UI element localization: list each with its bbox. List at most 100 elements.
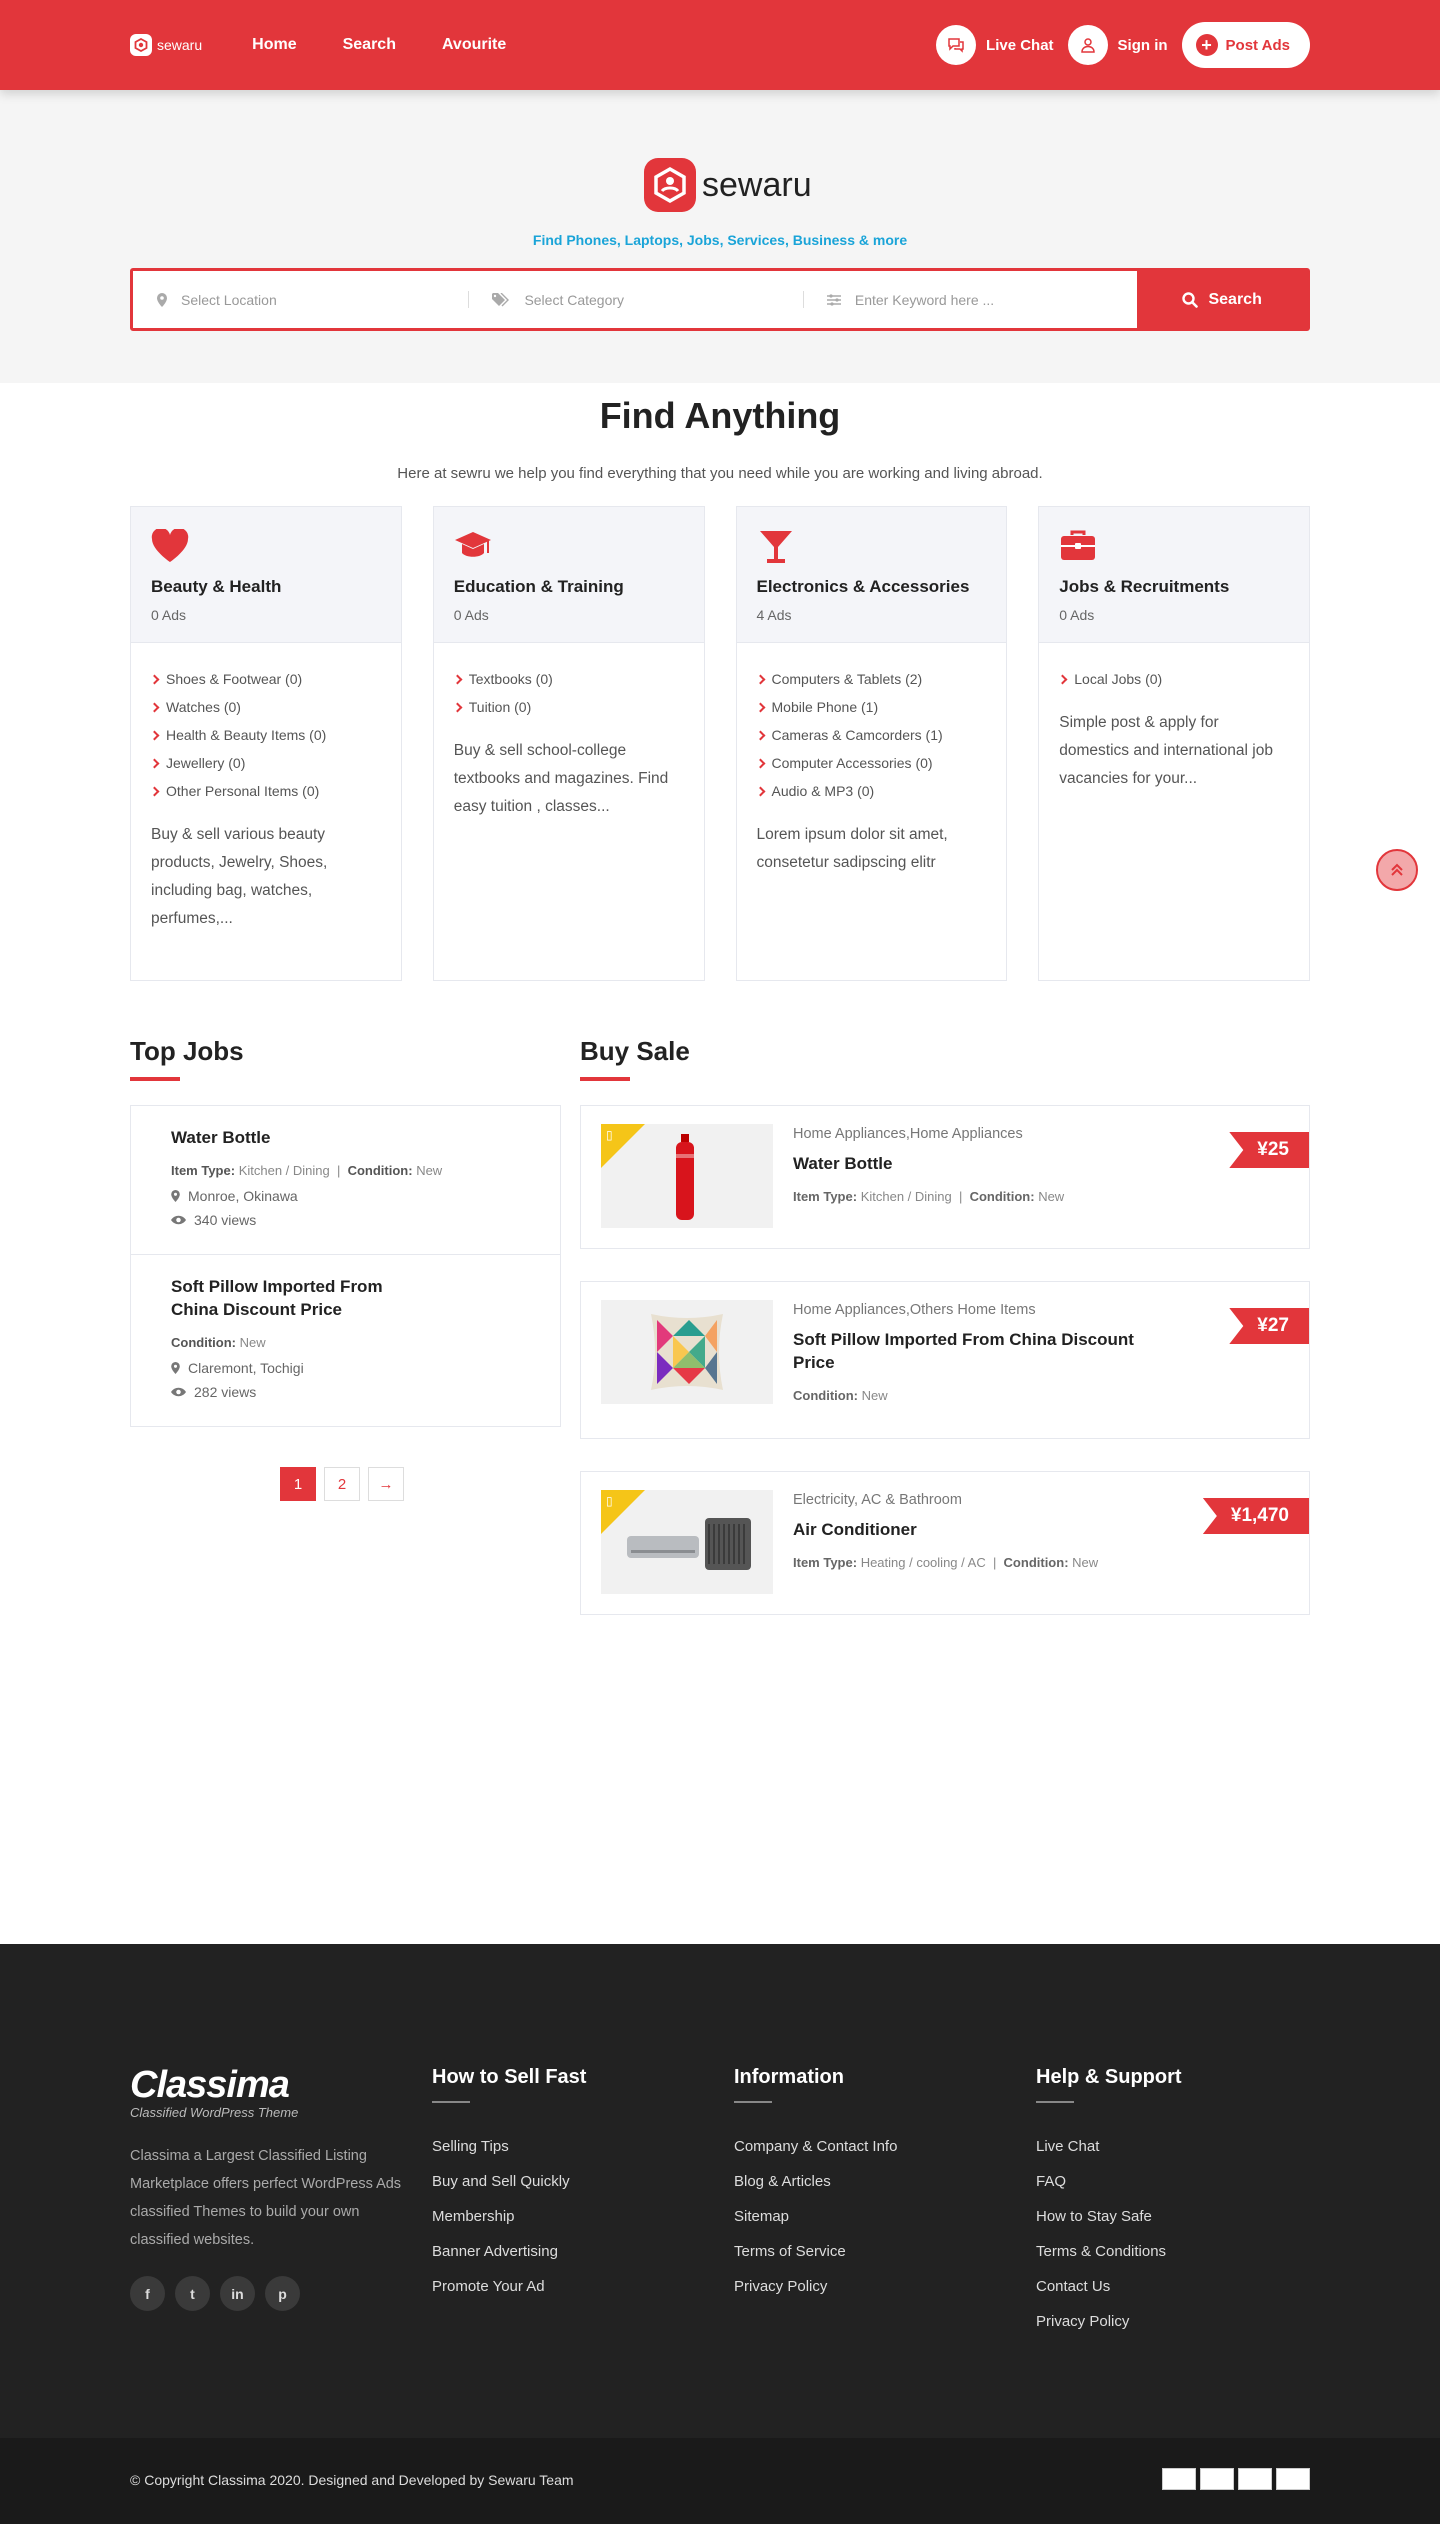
footer-column-title: Help & Support: [1036, 2066, 1306, 2103]
category-title[interactable]: Beauty & Health: [151, 577, 381, 597]
hero-brand: sewaru: [702, 165, 812, 204]
subcategory-link[interactable]: Watches (0): [151, 693, 381, 721]
category-select[interactable]: Select Category: [468, 271, 802, 328]
job-card[interactable]: Soft Pillow Imported From China Discount…: [130, 1255, 561, 1427]
footer-link[interactable]: Blog & Articles: [734, 2164, 1036, 2199]
listing-card[interactable]: ▯ Electricity, AC & Bathroom Air Conditi…: [580, 1471, 1310, 1615]
twitter-icon[interactable]: t: [175, 2276, 210, 2311]
footer-link[interactable]: How to Stay Safe: [1036, 2199, 1306, 2234]
header-logo[interactable]: sewaru: [130, 34, 202, 56]
scroll-to-top-button[interactable]: [1376, 849, 1418, 891]
nav-search[interactable]: Search: [343, 36, 396, 54]
search-label: Search: [1208, 290, 1262, 308]
location-placeholder: Select Location: [181, 291, 277, 308]
category-title[interactable]: Education & Training: [454, 577, 684, 597]
footer-logo[interactable]: Classima: [130, 2064, 432, 2107]
job-card[interactable]: Water Bottle Item Type: Kitchen / Dining…: [130, 1105, 561, 1255]
listing-title[interactable]: Air Conditioner: [793, 1518, 1143, 1541]
nav-home[interactable]: Home: [252, 36, 296, 54]
pinterest-icon[interactable]: p: [265, 2276, 300, 2311]
payment-card-icon: [1200, 2468, 1234, 2490]
linkedin-icon[interactable]: in: [220, 2276, 255, 2311]
plus-icon: +: [1195, 34, 1218, 56]
job-views: 340 views: [171, 1212, 520, 1228]
featured-ribbon: ▯: [601, 1490, 645, 1534]
category-description: Simple post & apply for domestics and in…: [1059, 714, 1273, 787]
footer-link[interactable]: Privacy Policy: [734, 2269, 1036, 2304]
footer-link[interactable]: FAQ: [1036, 2164, 1306, 2199]
footer-link[interactable]: Promote Your Ad: [432, 2269, 734, 2304]
bookmark-icon: ▯: [606, 1128, 613, 1142]
subcategory-link[interactable]: Cameras & Camcorders (1): [757, 721, 987, 749]
buy-sale-title: Buy Sale: [580, 1036, 690, 1081]
listing-title[interactable]: Water Bottle: [793, 1152, 1143, 1175]
keyword-placeholder: Enter Keyword here ...: [854, 291, 995, 308]
category-title[interactable]: Electronics & Accessories: [757, 577, 987, 597]
tags-icon: [492, 292, 510, 306]
category-title[interactable]: Jobs & Recruitments: [1059, 577, 1289, 597]
payment-card-icon: [1162, 2468, 1196, 2490]
top-jobs-title: Top Jobs: [130, 1036, 244, 1081]
category-card[interactable]: Education & Training 0 Ads Textbooks (0)…: [432, 506, 705, 981]
job-title[interactable]: Water Bottle: [171, 1126, 520, 1149]
listing-image[interactable]: ▯: [601, 1124, 773, 1228]
page-1-button[interactable]: 1: [280, 1467, 316, 1501]
category-description: Buy & sell various beauty products, Jewe…: [151, 826, 328, 927]
footer-link[interactable]: Membership: [432, 2199, 734, 2234]
live-chat-button[interactable]: Live Chat: [936, 25, 1054, 65]
footer-link[interactable]: Buy and Sell Quickly: [432, 2164, 734, 2199]
category-card[interactable]: Jobs & Recruitments 0 Ads Local Jobs (0)…: [1038, 506, 1310, 981]
category-card[interactable]: Beauty & Health 0 Ads Shoes & Footwear (…: [130, 506, 402, 981]
briefcase-icon: [1059, 529, 1289, 565]
facebook-icon[interactable]: f: [130, 2276, 165, 2311]
listing-image[interactable]: [601, 1300, 773, 1404]
footer-link[interactable]: Terms & Conditions: [1036, 2234, 1306, 2269]
subcategory-link[interactable]: Computer Accessories (0): [757, 749, 987, 777]
subcategory-link[interactable]: Textbooks (0): [454, 665, 684, 693]
footer-link[interactable]: Selling Tips: [432, 2129, 734, 2164]
job-title[interactable]: Soft Pillow Imported From China Discount…: [171, 1275, 411, 1321]
location-select[interactable]: Select Location: [133, 271, 468, 328]
job-location: Monroe, Okinawa: [171, 1188, 520, 1204]
listing-card[interactable]: ▯ Home Appliances,Home Appliances Water …: [580, 1105, 1310, 1249]
footer-link[interactable]: Sitemap: [734, 2199, 1036, 2234]
subcategory-link[interactable]: Local Jobs (0): [1059, 665, 1289, 693]
next-page-button[interactable]: →: [368, 1467, 404, 1501]
footer-link[interactable]: Privacy Policy: [1036, 2304, 1306, 2339]
listing-category[interactable]: Electricity, AC & Bathroom: [793, 1492, 1143, 1508]
subcategory-link[interactable]: Jewellery (0): [151, 749, 381, 777]
listing-title[interactable]: Soft Pillow Imported From China Discount…: [793, 1328, 1143, 1374]
subcategory-link[interactable]: Mobile Phone (1): [757, 693, 987, 721]
map-pin-icon: [171, 1190, 180, 1202]
hero-section: sewaru Find Phones, Laptops, Jobs, Servi…: [0, 90, 1440, 383]
listing-category[interactable]: Home Appliances,Home Appliances: [793, 1126, 1143, 1142]
footer-link[interactable]: Company & Contact Info: [734, 2129, 1036, 2164]
job-meta: Item Type: Kitchen / Dining | Condition:…: [171, 1163, 443, 1178]
listing-image[interactable]: ▯: [601, 1490, 773, 1594]
post-ads-button[interactable]: + Post Ads: [1181, 22, 1310, 68]
double-chevron-up-icon: [1391, 863, 1403, 876]
listing-card[interactable]: Home Appliances,Others Home Items Soft P…: [580, 1281, 1310, 1439]
subcategory-link[interactable]: Other Personal Items (0): [151, 777, 381, 805]
category-grid: Beauty & Health 0 Ads Shoes & Footwear (…: [130, 506, 1310, 981]
find-title: Find Anything: [599, 395, 841, 436]
post-ads-label: Post Ads: [1225, 36, 1290, 54]
footer-link[interactable]: Live Chat: [1036, 2129, 1306, 2164]
search-button[interactable]: Search: [1137, 271, 1307, 328]
page-2-button[interactable]: 2: [324, 1467, 360, 1501]
footer-link[interactable]: Banner Advertising: [432, 2234, 734, 2269]
subcategory-link[interactable]: Tuition (0): [454, 693, 684, 721]
nav-favourite[interactable]: Avourite: [442, 36, 506, 54]
subcategory-link[interactable]: Computers & Tablets (2): [757, 665, 987, 693]
footer-link[interactable]: Contact Us: [1036, 2269, 1306, 2304]
sign-in-button[interactable]: Sign in: [1067, 25, 1168, 65]
subcategory-link[interactable]: Audio & MP3 (0): [757, 777, 987, 805]
subcategory-link[interactable]: Health & Beauty Items (0): [151, 721, 381, 749]
listing-category[interactable]: Home Appliances,Others Home Items: [793, 1302, 1143, 1318]
search-bar: Select Location Select Category Enter Ke…: [130, 268, 1310, 331]
category-card[interactable]: Electronics & Accessories 4 Ads Computer…: [735, 506, 1008, 981]
keyword-input[interactable]: Enter Keyword here ...: [802, 271, 1137, 328]
footer-link[interactable]: Terms of Service: [734, 2234, 1036, 2269]
buy-sale-list: ▯ Home Appliances,Home Appliances Water …: [580, 1105, 1310, 1647]
subcategory-link[interactable]: Shoes & Footwear (0): [151, 665, 381, 693]
